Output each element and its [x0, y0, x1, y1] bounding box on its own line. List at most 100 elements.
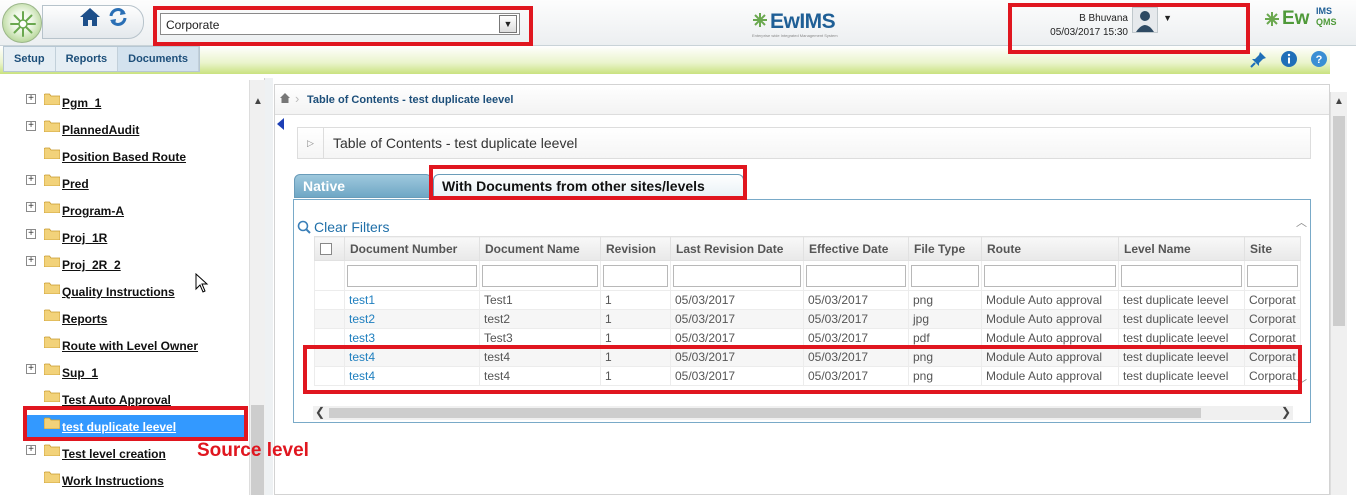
tree-item[interactable]: + Proj_1R — [0, 224, 250, 250]
tree-item[interactable]: Position Based Route — [0, 143, 250, 169]
user-panel[interactable]: B Bhuvana 05/03/2017 15:30 ▼ — [1016, 7, 1176, 41]
home-icon[interactable] — [279, 92, 291, 104]
search-icon[interactable] — [297, 220, 311, 234]
pane-splitter[interactable] — [265, 78, 273, 495]
filter-level-name-input[interactable] — [1121, 264, 1242, 287]
avatar[interactable] — [1132, 7, 1158, 33]
tab-native-documents[interactable]: Native documents — [294, 174, 432, 216]
filter-route-input[interactable] — [984, 264, 1116, 287]
refresh-icon[interactable] — [106, 6, 130, 28]
table-cell: test duplicate leevel — [1118, 328, 1245, 348]
row-select-cell[interactable] — [314, 347, 345, 367]
column-header[interactable]: Last Revision Date — [670, 236, 804, 261]
table-row[interactable]: test1 Test1 1 05/03/2017 05/03/2017 png Module… — [314, 290, 1301, 310]
scroll-up-icon[interactable]: ▲ — [253, 96, 263, 107]
table-cell[interactable]: test3 — [344, 328, 480, 348]
column-header[interactable]: File Type — [908, 236, 982, 261]
filter-last-revision-date-input[interactable] — [673, 264, 801, 287]
expand-icon[interactable]: ▷ — [298, 128, 324, 158]
tab-other-sites-documents[interactable]: With Documents from other sites/levels — [433, 174, 744, 198]
filter-document-number-input[interactable] — [347, 264, 477, 287]
document-number-link[interactable]: test2 — [349, 312, 375, 326]
tree-item[interactable]: + Program-A — [0, 197, 250, 223]
pin-icon[interactable] — [1250, 50, 1268, 68]
help-icon[interactable]: ? — [1310, 50, 1328, 68]
table-row[interactable]: test4 test4 1 05/03/2017 05/03/2017 png Module… — [314, 347, 1301, 367]
tree-item[interactable]: Work Instructions — [0, 467, 250, 493]
scroll-left-icon[interactable]: ❮ — [313, 406, 327, 420]
column-header[interactable]: Route — [981, 236, 1119, 261]
clear-filters-link[interactable]: Clear Filters — [314, 219, 389, 235]
column-header[interactable]: Level Name — [1118, 236, 1245, 261]
chevron-down-icon[interactable]: ▼ — [499, 15, 517, 33]
home-icon[interactable] — [78, 6, 102, 28]
expand-plus-icon[interactable]: + — [26, 175, 36, 185]
table-row[interactable]: test2 test2 1 05/03/2017 05/03/2017 jpg Module… — [314, 309, 1301, 329]
expand-plus-icon[interactable]: + — [26, 445, 36, 455]
row-select-cell[interactable] — [314, 309, 345, 329]
table-row[interactable]: test4 test4 1 05/03/2017 05/03/2017 png Module… — [314, 366, 1301, 386]
document-number-link[interactable]: test4 — [349, 369, 375, 383]
column-header[interactable]: Revision — [600, 236, 671, 261]
column-header[interactable]: Site — [1244, 236, 1301, 261]
filter-effective-date-input[interactable] — [806, 264, 906, 287]
table-row[interactable]: test3 Test3 1 05/03/2017 05/03/2017 pdf Module… — [314, 328, 1301, 348]
column-header[interactable]: Effective Date — [803, 236, 909, 261]
user-menu-caret-icon[interactable]: ▼ — [1163, 13, 1172, 23]
table-cell[interactable]: test4 — [344, 366, 480, 386]
menu-reports[interactable]: Reports — [56, 47, 119, 71]
tree-item[interactable]: test duplicate leevel — [27, 415, 244, 437]
expand-plus-icon[interactable]: + — [26, 121, 36, 131]
expand-plus-icon[interactable]: + — [26, 364, 36, 374]
tree-item[interactable]: + Pgm_1 — [0, 89, 250, 115]
tree-item[interactable]: Quality Instructions — [0, 278, 250, 304]
table-cell: jpg — [908, 309, 982, 329]
tree-item-label: Proj_2R_2 — [62, 258, 121, 272]
tree-scrollbar[interactable]: ▲ — [249, 80, 265, 495]
table-cell[interactable]: test4 — [344, 347, 480, 367]
grid-scroll-up-icon[interactable]: ︿ — [1296, 214, 1307, 230]
column-header[interactable]: Document Name — [479, 236, 601, 261]
document-number-link[interactable]: test4 — [349, 350, 375, 364]
column-header[interactable]: Document Number — [344, 236, 480, 261]
document-number-link[interactable]: test3 — [349, 331, 375, 345]
grid-hscrollbar[interactable]: ❮ ❯ — [313, 406, 1293, 420]
page-scroll-up-icon[interactable]: ▲ — [1334, 96, 1344, 107]
folder-icon — [44, 282, 60, 294]
row-select-cell[interactable] — [314, 328, 345, 348]
filter-revision-input[interactable] — [603, 264, 668, 287]
table-cell[interactable]: test2 — [344, 309, 480, 329]
table-cell[interactable]: test1 — [344, 290, 480, 310]
tree-item[interactable]: Reports — [0, 305, 250, 331]
info-icon[interactable] — [1280, 50, 1298, 68]
site-select[interactable]: Corporate ▼ — [160, 13, 520, 35]
tree-item[interactable]: Route with Level Owner — [0, 332, 250, 358]
menu-documents[interactable]: Documents — [118, 47, 200, 71]
row-select-cell[interactable] — [314, 366, 345, 386]
tree-item[interactable]: Test Auto Approval — [0, 386, 250, 412]
document-number-link[interactable]: test1 — [349, 293, 375, 307]
breadcrumb-current[interactable]: Table of Contents - test duplicate leeve… — [307, 94, 513, 106]
tree-item[interactable]: + PlannedAudit — [0, 116, 250, 142]
filter-file-type-input[interactable] — [911, 264, 979, 287]
filter-site-input[interactable] — [1247, 264, 1298, 287]
expand-plus-icon[interactable]: + — [26, 256, 36, 266]
app-logo-icon[interactable] — [2, 3, 42, 43]
grid-hscroll-thumb[interactable] — [329, 408, 1201, 418]
expand-plus-icon[interactable]: + — [26, 229, 36, 239]
expand-plus-icon[interactable]: + — [26, 202, 36, 212]
expand-plus-icon[interactable]: + — [26, 94, 36, 104]
user-silhouette-icon — [1136, 11, 1154, 32]
tree-item[interactable]: + Sup_1 — [0, 359, 250, 385]
filter-spacer — [314, 260, 345, 291]
page-scroll-thumb[interactable] — [1333, 116, 1345, 326]
menu-setup[interactable]: Setup — [4, 47, 56, 71]
select-all-checkbox[interactable] — [320, 243, 332, 256]
row-select-cell[interactable] — [314, 290, 345, 310]
tree-item[interactable]: + Proj_2R_2 — [0, 251, 250, 277]
filter-document-name-input[interactable] — [482, 264, 598, 287]
collapse-panel-icon[interactable] — [277, 118, 284, 130]
page-scrollbar[interactable]: ▲ — [1330, 92, 1347, 495]
tree-item[interactable]: + Pred — [0, 170, 250, 196]
scroll-right-icon[interactable]: ❯ — [1279, 406, 1293, 420]
